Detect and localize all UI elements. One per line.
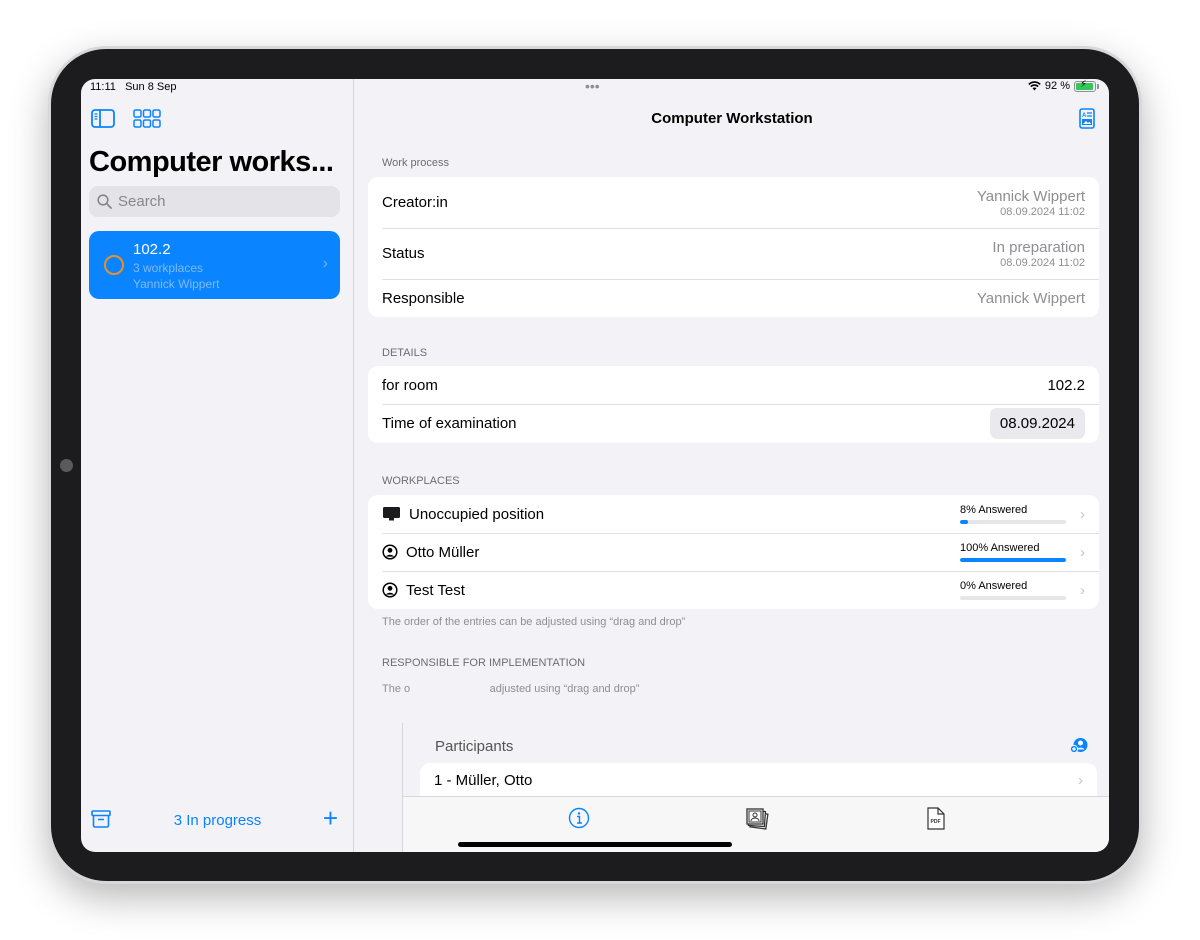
progress-indicator: 100% Answered <box>960 542 1066 562</box>
workplace-row[interactable]: Unoccupied position 8% Answered › <box>368 495 1099 533</box>
participant-row[interactable]: 1 - Müller, Otto › <box>420 763 1097 797</box>
desktop-icon <box>383 507 400 521</box>
in-progress-filter[interactable]: 3 In progress <box>81 812 354 829</box>
workplaces-footnote: The order of the entries can be adjusted… <box>382 616 686 628</box>
workplace-row[interactable]: Test Test 0% Answered › <box>368 571 1099 609</box>
row-label: Time of examination <box>382 415 517 432</box>
person-circle-icon <box>382 582 398 598</box>
search-field[interactable] <box>89 186 340 217</box>
workplaces-card: Unoccupied position 8% Answered › Otto M… <box>368 495 1099 609</box>
chevron-right-icon: › <box>1080 543 1085 561</box>
status-value: In preparation <box>992 238 1085 256</box>
tab-bar: PDF <box>403 796 1109 852</box>
section-header-details: DETAILS <box>382 347 428 359</box>
status-row[interactable]: Status In preparation 08.09.2024 11:02 <box>368 228 1099 279</box>
home-indicator[interactable] <box>458 842 732 847</box>
workplace-name: Unoccupied position <box>409 505 545 523</box>
section-header-work-process: Work process <box>382 157 450 169</box>
sidebar-title: Computer works... <box>89 146 334 178</box>
chevron-right-icon: › <box>1080 505 1085 523</box>
add-participant-icon[interactable] <box>1070 737 1088 754</box>
search-icon <box>97 194 112 209</box>
chevron-right-icon: › <box>1080 581 1085 599</box>
row-label: Responsible <box>382 289 465 307</box>
detail-view: Computer Workstation A Work process ••• … <box>355 79 1109 723</box>
page-title: Computer Workstation <box>651 110 813 127</box>
creator-timestamp: 08.09.2024 11:02 <box>1000 205 1085 218</box>
add-button[interactable]: + <box>323 805 338 831</box>
row-label: Status <box>382 245 425 262</box>
info-icon[interactable] <box>568 807 590 829</box>
details-card: for room 102.2 Time of examination 08.09… <box>368 366 1099 443</box>
responsible-value: Yannick Wippert <box>976 289 1085 307</box>
pdf-icon[interactable]: PDF <box>927 807 945 830</box>
status-timestamp: 08.09.2024 11:02 <box>1000 256 1085 269</box>
svg-text:A: A <box>1082 113 1087 119</box>
workplace-row[interactable]: Otto Müller 100% Answered › <box>368 533 1099 571</box>
sidebar: Computer works... 102.2 3 workplaces Yan… <box>81 79 354 852</box>
screen: 11:11 Sun 8 Sep ••• 92 % ⚡ Computer work… <box>81 79 1109 852</box>
work-process-card: Creator:in Yannick Wippert 08.09.2024 11:… <box>368 177 1099 317</box>
svg-text:PDF: PDF <box>931 819 941 825</box>
section-header-workplaces: WORKPLACES <box>382 475 460 487</box>
list-item-subtitle: 3 workplaces <box>133 261 204 275</box>
list-item[interactable]: 102.2 3 workplaces Yannick Wippert › <box>89 231 340 299</box>
row-label: for room <box>382 376 438 394</box>
camera <box>60 459 73 472</box>
workplace-name: Otto Müller <box>406 543 480 561</box>
creator-value: Yannick Wippert <box>976 187 1085 205</box>
workplace-name: Test Test <box>406 581 465 599</box>
responsible-footnote: The o adjusted using “drag and drop” <box>382 683 640 695</box>
sidebar-toggle-icon[interactable] <box>91 109 115 128</box>
date-picker[interactable]: 08.09.2024 <box>989 408 1085 439</box>
room-row[interactable]: for room 102.2 <box>368 366 1099 404</box>
list-item-title: 102.2 <box>133 241 171 258</box>
person-circle-icon <box>382 544 398 560</box>
responsible-row[interactable]: Responsible Yannick Wippert <box>368 279 1099 317</box>
participant-name: 1 - Müller, Otto <box>434 771 533 789</box>
progress-indicator: 0% Answered <box>960 580 1066 600</box>
sidebar-toolbar: 3 In progress + <box>81 795 354 852</box>
photos-icon[interactable] <box>746 807 770 831</box>
document-layout-icon[interactable]: A <box>1079 108 1095 129</box>
chevron-right-icon: › <box>1078 771 1083 789</box>
participants-sheet: Participants 1 - Müller, Otto › PDF <box>402 723 1109 852</box>
room-value: 102.2 <box>1047 376 1085 394</box>
status-ring-icon <box>104 255 124 275</box>
section-header-responsible: RESPONSIBLE FOR IMPLEMENTATION <box>382 657 586 669</box>
list-item-owner: Yannick Wippert <box>133 277 220 291</box>
progress-indicator: 8% Answered <box>960 504 1066 524</box>
examination-date-row: Time of examination 08.09.2024 <box>368 404 1099 443</box>
row-label: Creator:in <box>382 194 448 211</box>
chevron-right-icon: › <box>322 255 328 272</box>
search-input[interactable] <box>118 193 318 210</box>
grid-view-icon[interactable] <box>133 109 161 128</box>
participants-title: Participants <box>435 738 514 755</box>
creator-row[interactable]: Creator:in Yannick Wippert 08.09.2024 11:… <box>368 177 1099 228</box>
